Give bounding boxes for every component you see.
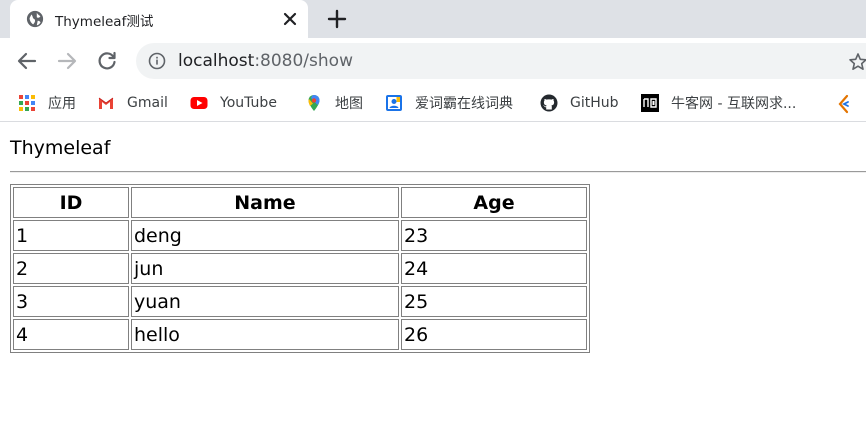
- maps-pin-icon: [308, 95, 320, 111]
- tab-title: Thymeleaf测试: [55, 14, 154, 30]
- table-row: 3 yuan 25: [13, 286, 587, 317]
- bookmark-maps[interactable]: 地图: [305, 92, 363, 114]
- bookmark-label: 牛客网 - 互联网求...: [671, 96, 797, 112]
- reload-icon[interactable]: [96, 50, 118, 72]
- column-header-age: Age: [401, 187, 587, 218]
- cell-name: yuan: [131, 286, 399, 317]
- cell-name: deng: [131, 220, 399, 251]
- cell-age: 25: [401, 286, 587, 317]
- nowcoder-icon: [641, 94, 659, 112]
- bookmark-star-icon[interactable]: [848, 52, 866, 72]
- bookmark-label: Gmail: [127, 95, 168, 111]
- column-header-id: ID: [13, 187, 129, 218]
- bookmark-gmail[interactable]: Gmail: [97, 92, 168, 114]
- column-header-name: Name: [131, 187, 399, 218]
- bookmark-label: 应用: [48, 96, 76, 112]
- forward-arrow-icon[interactable]: [56, 50, 78, 72]
- bookmark-apps[interactable]: 应用: [18, 92, 76, 114]
- cell-name: jun: [131, 253, 399, 284]
- page-title: Thymeleaf: [10, 137, 111, 159]
- table-header-row: ID Name Age: [13, 187, 587, 218]
- bookmarks-bar: 应用 Gmail YouTube 地图 爱词霸在线词典 GitHub 牛客网 -…: [0, 84, 866, 122]
- close-tab-icon[interactable]: [280, 9, 300, 29]
- globe-icon: [26, 10, 44, 28]
- browser-tab-active[interactable]: Thymeleaf测试: [10, 0, 308, 38]
- gmail-icon: [98, 97, 114, 109]
- site-info-icon[interactable]: [148, 52, 166, 70]
- page-content: Thymeleaf ID Name Age 1 deng 23 2 jun 24…: [0, 123, 866, 423]
- address-url[interactable]: localhost:8080/show: [178, 51, 353, 71]
- youtube-icon: [190, 97, 208, 109]
- overflow-bookmark-icon[interactable]: [835, 94, 853, 114]
- tab-strip: Thymeleaf测试: [0, 0, 866, 38]
- browser-toolbar: localhost:8080/show: [0, 38, 866, 84]
- back-arrow-icon[interactable]: [16, 50, 38, 72]
- bookmark-label: 地图: [335, 96, 363, 112]
- cell-id: 4: [13, 319, 129, 350]
- table-row: 1 deng 23: [13, 220, 587, 251]
- cell-age: 23: [401, 220, 587, 251]
- cell-id: 1: [13, 220, 129, 251]
- new-tab-plus-icon[interactable]: [326, 8, 348, 30]
- bookmark-label: YouTube: [220, 95, 277, 111]
- cell-id: 2: [13, 253, 129, 284]
- users-table: ID Name Age 1 deng 23 2 jun 24 3 yuan 25: [10, 184, 590, 353]
- horizontal-rule: [10, 171, 866, 173]
- table-row: 4 hello 26: [13, 319, 587, 350]
- bookmark-label: GitHub: [570, 95, 619, 111]
- address-bar[interactable]: localhost:8080/show: [136, 43, 866, 79]
- bookmark-label: 爱词霸在线词典: [415, 96, 513, 112]
- url-path: :8080/show: [254, 51, 353, 71]
- bookmark-github[interactable]: GitHub: [540, 92, 619, 114]
- bookmark-youtube[interactable]: YouTube: [190, 92, 277, 114]
- bookmark-nowcoder[interactable]: 牛客网 - 互联网求...: [641, 92, 796, 114]
- apps-grid-icon: [19, 95, 35, 111]
- table-row: 2 jun 24: [13, 253, 587, 284]
- github-icon: [540, 94, 558, 112]
- cell-id: 3: [13, 286, 129, 317]
- bookmark-iciba[interactable]: 爱词霸在线词典: [385, 92, 513, 114]
- cell-age: 26: [401, 319, 587, 350]
- iciba-icon: [386, 95, 402, 111]
- cell-name: hello: [131, 319, 399, 350]
- url-host: localhost: [178, 51, 255, 71]
- cell-age: 24: [401, 253, 587, 284]
